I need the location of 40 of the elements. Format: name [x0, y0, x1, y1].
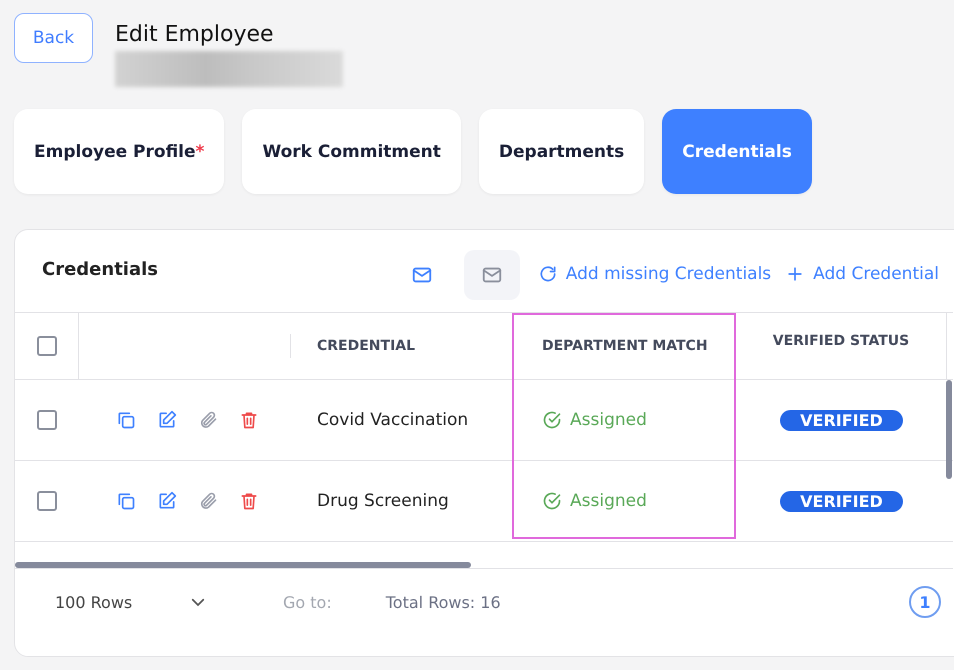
tab[interactable]: Credentials: [662, 109, 812, 194]
verified-badge: VERIFIED: [780, 410, 903, 430]
page-title: Edit Employee: [115, 21, 275, 49]
column-header: DEPARTMENT MATCH: [542, 338, 708, 354]
tab[interactable]: Employee Profile*: [14, 109, 224, 194]
refresh-icon[interactable]: [538, 264, 558, 284]
check-circle-icon: [542, 410, 562, 430]
edit-icon[interactable]: [157, 491, 177, 511]
assigned-status: Assigned: [542, 410, 647, 430]
action-link[interactable]: Add Credential: [785, 264, 939, 284]
page-button[interactable]: 1: [909, 586, 941, 618]
copy-icon[interactable]: [116, 410, 136, 430]
paperclip-icon[interactable]: [198, 491, 218, 511]
check-circle-icon: [542, 491, 562, 511]
panel-title: Credentials: [42, 258, 160, 280]
paperclip-icon[interactable]: [198, 410, 218, 430]
goto-label: Go to:: [283, 592, 332, 612]
trash-icon[interactable]: [239, 491, 259, 511]
verified-badge: VERIFIED: [780, 490, 903, 512]
horizontal-scrollbar[interactable]: [15, 562, 471, 568]
assigned-status: Assigned: [542, 491, 647, 511]
column-header: VERIFIED STATUS: [772, 333, 910, 349]
select-all-checkbox[interactable]: [36, 336, 56, 356]
required-mark: *: [196, 142, 204, 162]
credential-name: Covid Vaccination: [317, 410, 468, 430]
credential-name: Drug Screening: [317, 491, 449, 511]
rows-per-page-select[interactable]: 100 Rows: [55, 592, 207, 612]
copy-icon[interactable]: [116, 491, 136, 511]
row-checkbox[interactable]: [37, 410, 57, 430]
total-rows: Total Rows: 16: [386, 592, 909, 612]
vertical-scrollbar[interactable]: [946, 380, 952, 479]
edit-icon[interactable]: [157, 410, 177, 430]
column-header: CREDENTIAL: [317, 338, 416, 354]
tab[interactable]: Work Commitment: [242, 109, 461, 194]
tab[interactable]: Departments: [478, 109, 644, 194]
back-button[interactable]: Back: [14, 13, 93, 63]
action-link[interactable]: Add missing Credentials: [538, 264, 772, 284]
row-checkbox[interactable]: [37, 491, 57, 511]
trash-icon[interactable]: [239, 410, 259, 430]
email-button[interactable]: [464, 250, 520, 300]
